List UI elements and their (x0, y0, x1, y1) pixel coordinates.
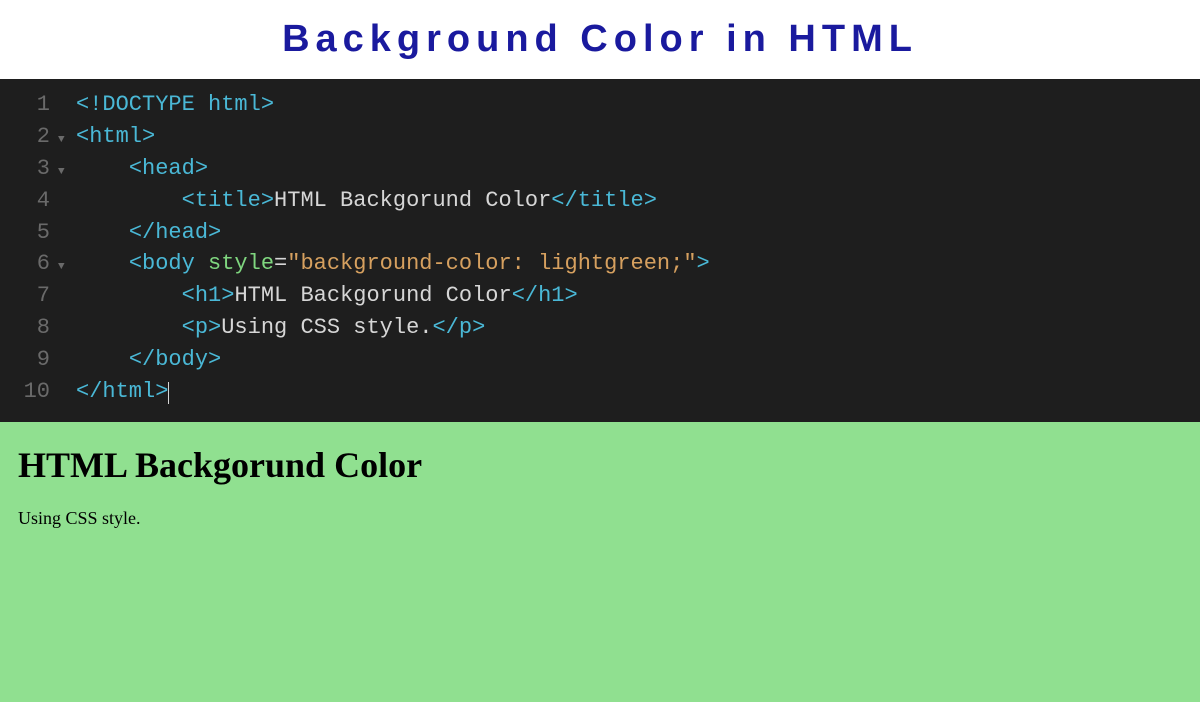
line-number: 3 (0, 153, 58, 185)
code-content: </body> (76, 344, 221, 376)
code-line: 6 ▼ <body style="background-color: light… (0, 248, 1200, 280)
output-paragraph: Using CSS style. (18, 508, 1182, 529)
code-content: <!DOCTYPE html> (76, 89, 274, 121)
line-number: 5 (0, 217, 58, 249)
code-line: 3 ▼ <head> (0, 153, 1200, 185)
code-content: <p>Using CSS style.</p> (76, 312, 485, 344)
code-content: </head> (76, 217, 221, 249)
line-number: 10 (0, 376, 58, 408)
code-content: </html> (76, 376, 169, 408)
cursor-icon (168, 382, 169, 404)
page-title: Background Color in HTML (0, 18, 1200, 61)
fold-marker: ▼ (58, 165, 76, 181)
code-content: <head> (76, 153, 208, 185)
code-content: <body style="background-color: lightgree… (76, 248, 710, 280)
line-number: 9 (0, 344, 58, 376)
code-editor: 1 <!DOCTYPE html> 2 ▼ <html> 3 ▼ <head> … (0, 79, 1200, 422)
fold-marker: ▼ (58, 133, 76, 149)
code-content: <title>HTML Backgorund Color</title> (76, 185, 657, 217)
code-content: <html> (76, 121, 155, 153)
code-line: 10 </html> (0, 376, 1200, 408)
code-line: 9 </body> (0, 344, 1200, 376)
line-number: 4 (0, 185, 58, 217)
line-number: 2 (0, 121, 58, 153)
code-line: 8 <p>Using CSS style.</p> (0, 312, 1200, 344)
code-line: 1 <!DOCTYPE html> (0, 89, 1200, 121)
line-number: 7 (0, 280, 58, 312)
line-number: 1 (0, 89, 58, 121)
code-content: <h1>HTML Backgorund Color</h1> (76, 280, 578, 312)
code-line: 2 ▼ <html> (0, 121, 1200, 153)
code-line: 5 </head> (0, 217, 1200, 249)
line-number: 8 (0, 312, 58, 344)
code-line: 7 <h1>HTML Backgorund Color</h1> (0, 280, 1200, 312)
fold-marker: ▼ (58, 260, 76, 276)
header: Background Color in HTML (0, 0, 1200, 79)
rendered-output: HTML Backgorund Color Using CSS style. (0, 422, 1200, 702)
output-heading: HTML Backgorund Color (18, 444, 1182, 486)
code-line: 4 <title>HTML Backgorund Color</title> (0, 185, 1200, 217)
line-number: 6 (0, 248, 58, 280)
